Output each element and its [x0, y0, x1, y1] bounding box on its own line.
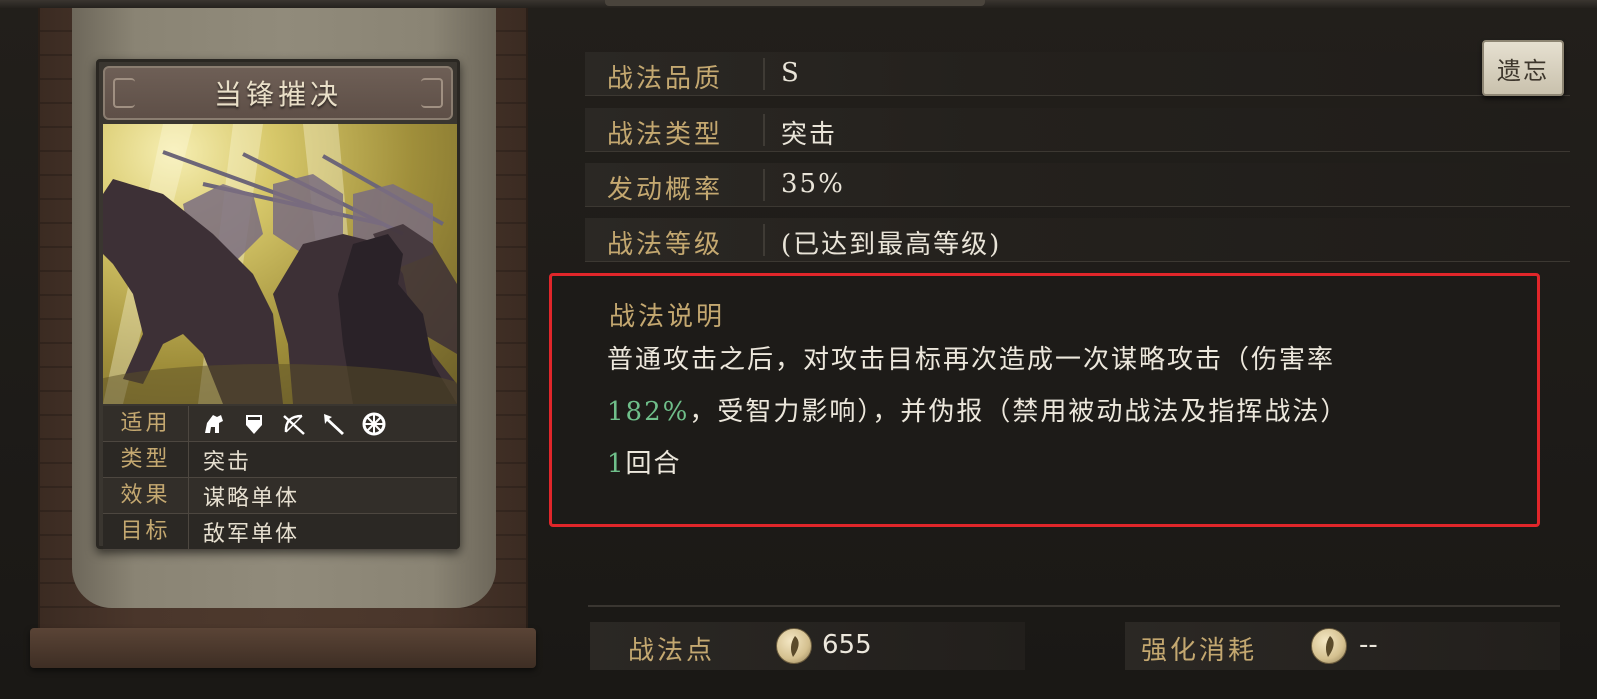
- info-label: 战法等级: [607, 230, 724, 260]
- shield-icon: [246, 414, 262, 434]
- header-ornament-right: [421, 78, 443, 108]
- stat-label: 战法点: [628, 636, 716, 666]
- type-value: 突击: [781, 120, 838, 150]
- divider: [763, 169, 765, 201]
- description-text-segment: 回合: [625, 449, 682, 479]
- divider: [763, 114, 765, 146]
- scroll-rod: [30, 628, 536, 668]
- info-row-type: 战法类型 突击: [585, 108, 1570, 152]
- tactic-point-icon: [1311, 628, 1347, 664]
- info-row-chance: 发动概率 35%: [585, 163, 1570, 207]
- tactic-points-value: 655: [822, 630, 872, 660]
- bottom-divider: [588, 605, 1560, 607]
- info-label: 发动概率: [607, 175, 724, 205]
- card-attribute-table: 适用 类型 突击 效果 谋略单体 目标 敌军单体: [103, 406, 457, 550]
- header-ornament-left: [113, 78, 135, 108]
- attr-label: 目标: [103, 514, 189, 549]
- attr-row-target: 目标 敌军单体: [103, 514, 457, 550]
- attr-value: 突击: [203, 449, 252, 475]
- attr-label: 适用: [103, 406, 189, 441]
- damage-rate-value: 182%: [607, 397, 690, 427]
- attr-row-applicable: 适用: [103, 406, 457, 442]
- attr-label: 效果: [103, 478, 189, 513]
- stat-label: 强化消耗: [1141, 636, 1258, 666]
- description-text-segment: ，受智力影响），并伪报（禁用被动战法及指挥战法）: [689, 397, 1349, 427]
- description-line-1: 普通攻击之后，对攻击目标再次造成一次谋略攻击（伤害率: [607, 345, 1336, 375]
- attr-row-effect: 效果 谋略单体: [103, 478, 457, 514]
- card-header: 当锋摧决: [103, 66, 453, 120]
- upgrade-cost-stat: 强化消耗 --: [1125, 622, 1560, 670]
- upgrade-cost-value: --: [1359, 630, 1378, 660]
- info-row-level: 战法等级 (已达到最高等级): [585, 218, 1570, 262]
- tactic-detail-screen: 当锋摧决 适用 类型 突击 效果 谋略单体 目标 敌军单体 战法品质 S 战法类…: [0, 0, 1597, 699]
- attr-value: 谋略单体: [203, 485, 300, 511]
- unit-type-icons: [189, 411, 387, 437]
- chance-value: 35%: [781, 169, 845, 199]
- tactic-card: 当锋摧决 适用 类型 突击 效果 谋略单体 目标 敌军单体: [96, 59, 460, 550]
- tactic-artwork: [103, 124, 457, 404]
- level-value: (已达到最高等级): [781, 230, 1002, 260]
- info-label: 战法类型: [607, 120, 724, 150]
- chariot-wheel-icon: [362, 412, 386, 435]
- divider: [763, 58, 765, 90]
- cavalry-icon: [205, 414, 223, 433]
- tactic-description-panel: 战法说明 普通攻击之后，对攻击目标再次造成一次谋略攻击（伤害率 182%，受智力…: [549, 273, 1540, 527]
- attr-row-type: 类型 突击: [103, 442, 457, 478]
- info-label: 战法品质: [607, 64, 724, 94]
- attr-label: 类型: [103, 442, 189, 477]
- quality-value: S: [781, 58, 801, 88]
- divider: [763, 224, 765, 256]
- info-row-quality: 战法品质 S: [585, 52, 1570, 96]
- top-tab-edge: [605, 0, 985, 6]
- tactic-name: 当锋摧决: [213, 78, 342, 111]
- description-line-3: 1回合: [607, 438, 1537, 490]
- tactic-points-stat: 战法点 655: [590, 622, 1025, 670]
- attr-value: 敌军单体: [203, 521, 300, 547]
- forget-button[interactable]: 遗忘: [1482, 40, 1564, 96]
- description-text: 普通攻击之后，对攻击目标再次造成一次谋略攻击（伤害率 182%，受智力影响），并…: [607, 334, 1537, 490]
- spear-icon: [324, 413, 344, 435]
- description-line-2: 182%，受智力影响），并伪报（禁用被动战法及指挥战法）: [607, 386, 1537, 438]
- bow-icon: [283, 414, 305, 435]
- description-title: 战法说明: [609, 302, 726, 332]
- duration-value: 1: [607, 449, 626, 479]
- tactic-point-icon: [776, 628, 812, 664]
